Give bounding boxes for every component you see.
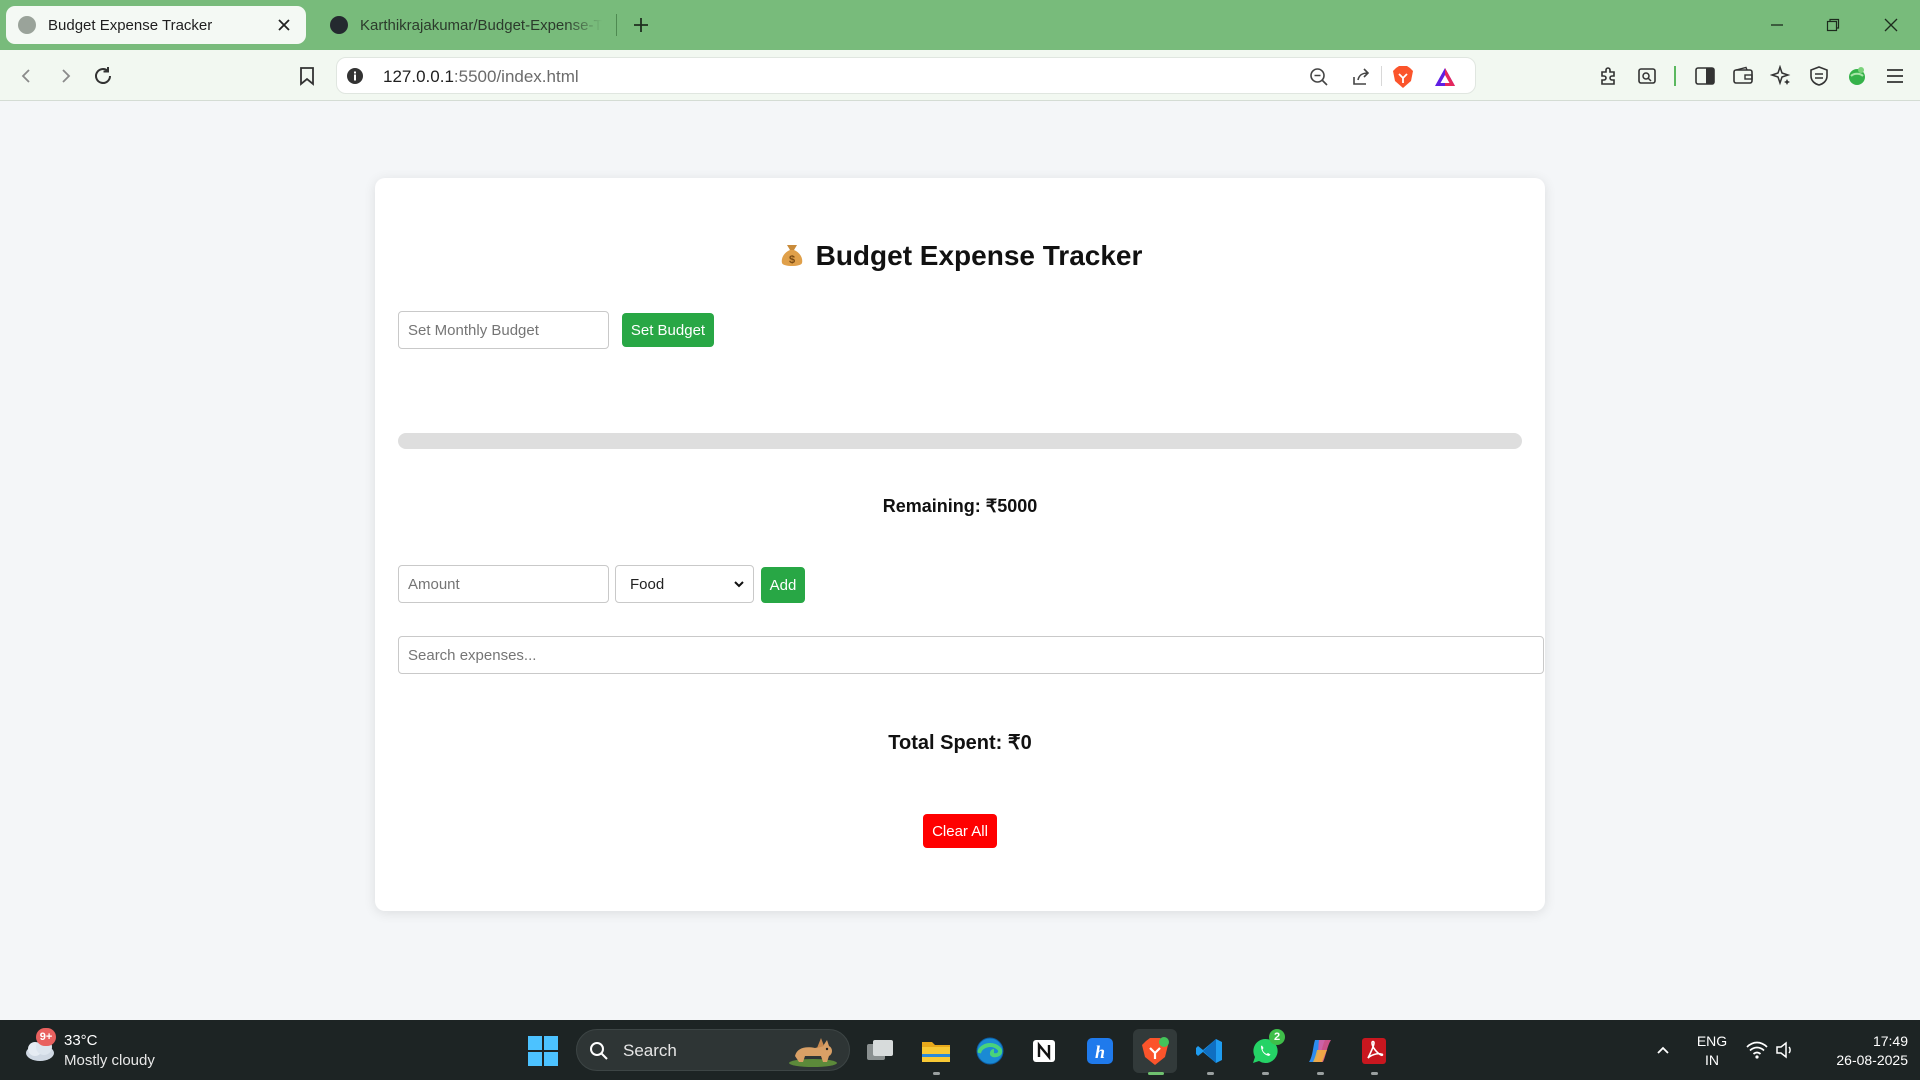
set-budget-button[interactable]: Set Budget <box>622 313 714 347</box>
sidebar-icon[interactable] <box>1690 61 1720 91</box>
rewards-triangle-icon[interactable] <box>1431 63 1459 91</box>
copilot-icon[interactable] <box>1298 1029 1342 1075</box>
windows-start-icon[interactable] <box>528 1036 558 1066</box>
running-indicator <box>1148 1072 1164 1075</box>
clear-all-button[interactable]: Clear All <box>923 814 997 848</box>
title-text: Budget Expense Tracker <box>815 240 1143 271</box>
taskbar-search-box[interactable]: Search <box>576 1029 850 1071</box>
url-path: :5500/index.html <box>453 67 579 86</box>
url-text[interactable]: 127.0.0.1:5500/index.html <box>383 67 579 87</box>
wifi-icon[interactable] <box>1744 1020 1770 1080</box>
system-clock[interactable]: 17:49 26-08-2025 <box>1808 1032 1908 1070</box>
browser-tab-strip: Budget Expense Tracker Karthikrajakumar/… <box>0 0 1920 50</box>
notion-icon[interactable] <box>1022 1029 1066 1073</box>
forward-arrow-icon[interactable] <box>50 61 80 91</box>
capture-icon[interactable] <box>1632 61 1662 91</box>
task-view-icon[interactable] <box>858 1029 902 1073</box>
zoom-out-icon[interactable] <box>1305 63 1333 91</box>
bookmark-icon[interactable] <box>292 61 322 91</box>
sparkle-icon[interactable] <box>1766 61 1796 91</box>
search-highlight-dog-icon <box>789 1038 837 1067</box>
restore-icon[interactable] <box>1816 10 1850 40</box>
wallet-icon[interactable] <box>1728 61 1758 91</box>
acrobat-icon[interactable] <box>1352 1029 1396 1075</box>
file-explorer-icon[interactable] <box>914 1029 958 1075</box>
vscode-icon[interactable] <box>1188 1029 1232 1075</box>
running-indicator <box>1371 1072 1378 1075</box>
minimize-icon[interactable] <box>1760 10 1794 40</box>
brave-browser-icon[interactable] <box>1133 1029 1177 1075</box>
chevron-up-icon[interactable] <box>1648 1020 1678 1080</box>
money-bag-icon: $ <box>778 241 806 269</box>
vpn-shield-icon[interactable] <box>1804 61 1834 91</box>
page-title: $ Budget Expense Tracker <box>375 240 1545 272</box>
running-indicator <box>1262 1072 1269 1075</box>
globe-favicon-icon <box>18 16 36 34</box>
weather-condition: Mostly cloudy <box>64 1052 155 1069</box>
tab-github-repo[interactable]: Karthikrajakumar/Budget-Expense-Tracker <box>318 6 614 44</box>
new-tab-icon[interactable] <box>628 12 654 38</box>
category-select[interactable]: Food <box>615 565 754 603</box>
info-icon[interactable] <box>345 66 365 86</box>
whatsapp-icon[interactable]: 2 <box>1243 1029 1287 1075</box>
tab-budget-expense-tracker[interactable]: Budget Expense Tracker <box>6 6 306 44</box>
address-bar[interactable]: 127.0.0.1:5500/index.html <box>336 57 1476 94</box>
tab-title: Budget Expense Tracker <box>48 16 213 34</box>
weather-alert-badge: 9+ <box>36 1028 56 1046</box>
toolbar-divider <box>1674 66 1676 86</box>
url-host: 127.0.0.1 <box>383 67 454 86</box>
taskbar-search-label: Search <box>623 1041 677 1060</box>
chevron-down-icon <box>734 581 744 588</box>
hackerrank-icon[interactable]: h <box>1078 1029 1122 1073</box>
running-indicator <box>1317 1072 1324 1075</box>
expense-amount-input[interactable] <box>398 565 609 603</box>
brave-lion-icon[interactable] <box>1389 63 1417 91</box>
svg-text:$: $ <box>789 254 795 266</box>
omnibox-divider <box>1381 66 1382 86</box>
add-expense-button[interactable]: Add <box>761 567 805 603</box>
total-spent: Total Spent: ₹0 <box>888 732 1032 754</box>
language-line-2: IN <box>1705 1052 1719 1068</box>
language-line-1: ENG <box>1696 1033 1728 1049</box>
unread-count-badge: 2 <box>1269 1029 1285 1045</box>
monthly-budget-input[interactable] <box>398 311 609 349</box>
remaining-amount: Remaining: ₹5000 <box>882 496 1038 516</box>
close-tab-icon[interactable] <box>274 15 294 35</box>
speaker-icon[interactable] <box>1772 1020 1798 1080</box>
reload-icon[interactable] <box>88 61 118 91</box>
tab-title: Karthikrajakumar/Budget-Expense-Tracker <box>360 16 602 34</box>
green-extension-icon[interactable] <box>1842 61 1872 91</box>
budget-progress-bar <box>398 433 1522 449</box>
weather-widget[interactable]: 9+ 33°C Mostly cloudy <box>20 1028 180 1072</box>
search-icon <box>590 1042 608 1060</box>
clock-time: 17:49 <box>1872 1033 1908 1049</box>
share-icon[interactable] <box>1347 63 1375 91</box>
close-window-icon[interactable] <box>1874 10 1908 40</box>
windows-taskbar: 9+ 33°C Mostly cloudy Search h 2 ENG IN … <box>0 1020 1920 1080</box>
running-indicator <box>1207 1072 1214 1075</box>
category-selected-value: Food <box>630 575 665 593</box>
weather-temperature: 33°C <box>64 1032 98 1049</box>
tab-separator <box>616 14 617 36</box>
language-indicator[interactable]: ENG IN <box>1692 1032 1732 1070</box>
puzzle-piece-icon[interactable] <box>1594 61 1624 91</box>
hamburger-menu-icon[interactable] <box>1880 61 1910 91</box>
clock-date: 26-08-2025 <box>1836 1052 1908 1068</box>
svg-text:h: h <box>1095 1042 1105 1062</box>
running-indicator <box>933 1072 940 1075</box>
back-arrow-icon[interactable] <box>12 61 42 91</box>
tracker-card: $ Budget Expense Tracker Set Budget Rema… <box>375 178 1545 911</box>
browser-toolbar: 127.0.0.1:5500/index.html <box>0 50 1920 101</box>
github-favicon-icon <box>330 16 348 34</box>
edge-icon[interactable] <box>968 1029 1012 1073</box>
search-expenses-input[interactable] <box>398 636 1544 674</box>
